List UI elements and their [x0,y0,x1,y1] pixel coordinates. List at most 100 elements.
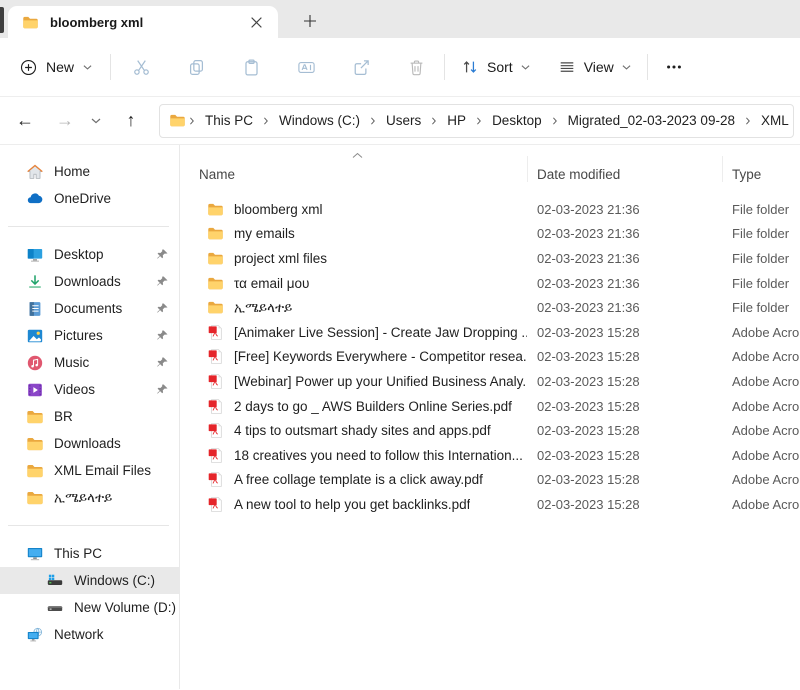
pin-icon [156,329,169,342]
file-date-modified: 02-03-2023 21:36 [527,202,722,217]
navigation-bar: ← → ↑ This PC Windows (C:) Users HP Desktop M… [0,97,800,145]
rename-button[interactable] [286,49,326,85]
file-name: ኢሜይላተይ [234,300,292,316]
sidebar-item-br[interactable]: BR [0,403,179,430]
sidebar-item-xml-email-files[interactable]: XML Email Files [0,457,179,484]
sidebar-item-item[interactable]: ኢሜይላተይ [0,484,179,511]
view-lines-icon [558,58,576,76]
sidebar-item-documents[interactable]: Documents [0,295,179,322]
file-name: A free collage template is a click away.… [234,472,483,487]
file-row[interactable]: ኢሜይላተይ02-03-2023 21:36File folder [180,295,800,320]
file-row[interactable]: A new tool to help you get backlinks.pdf… [180,492,800,517]
drive-windows-icon [46,572,64,590]
file-row[interactable]: bloomberg xml02-03-2023 21:36File folder [180,197,800,222]
file-row[interactable]: [Webinar] Power up your Unified Business… [180,369,800,394]
file-date-modified: 02-03-2023 15:28 [527,374,722,389]
file-type: Adobe Acro [722,448,800,463]
pin-icon [156,248,169,261]
folder-icon [26,408,44,426]
file-row[interactable]: project xml files02-03-2023 21:36File fo… [180,246,800,271]
sidebar-item-downloads[interactable]: Downloads [0,430,179,457]
file-row[interactable]: A free collage template is a click away.… [180,468,800,493]
sidebar-item-pictures[interactable]: Pictures [0,322,179,349]
file-name-cell: A free collage template is a click away.… [180,471,527,488]
breadcrumb-segment-hp[interactable]: HP [440,113,473,128]
back-button[interactable]: ← [7,104,43,138]
toolbar-divider [110,54,111,80]
file-type: Adobe Acro [722,497,800,512]
file-name-cell: [Free] Keywords Everywhere - Competitor … [180,348,527,365]
sidebar-item-downloads[interactable]: Downloads [0,268,179,295]
tab-bloomberg-xml[interactable]: bloomberg xml [8,6,278,38]
pdf-icon [207,471,224,488]
file-row[interactable]: [Free] Keywords Everywhere - Competitor … [180,345,800,370]
file-date-modified: 02-03-2023 15:28 [527,423,722,438]
address-bar[interactable]: This PC Windows (C:) Users HP Desktop Migrate… [159,104,794,138]
copy-button[interactable] [176,49,216,85]
sidebar-divider [8,226,169,227]
sort-button[interactable]: Sort [455,49,536,85]
ellipsis-icon [665,58,683,76]
breadcrumb-segment-users[interactable]: Users [379,113,428,128]
file-row[interactable]: 4 tips to outsmart shady sites and apps.… [180,418,800,443]
sidebar-item-videos[interactable]: Videos [0,376,179,403]
column-header-name[interactable]: Name [180,167,527,182]
file-date-modified: 02-03-2023 21:36 [527,226,722,241]
cut-button[interactable] [121,49,161,85]
downloads-icon [26,273,44,291]
file-name-cell: τα email μου [180,275,527,292]
sidebar-item-label: Windows (C:) [74,573,155,588]
breadcrumb-chevron-icon [262,117,270,125]
drive-icon [46,599,64,617]
history-dropdown-button[interactable] [83,104,109,138]
up-button[interactable]: ↑ [113,104,149,138]
breadcrumb-chevron-icon [369,117,377,125]
forward-button[interactable]: → [47,104,83,138]
new-tab-button[interactable] [296,9,324,33]
breadcrumb-chevron-icon [188,117,196,125]
paste-button[interactable] [231,49,271,85]
sidebar-item-label: Documents [54,301,122,316]
file-name-cell: 4 tips to outsmart shady sites and apps.… [180,422,527,439]
new-button[interactable]: New [20,59,92,76]
sidebar-item-new-volume-d[interactable]: New Volume (D:) [0,594,179,621]
file-row[interactable]: 2 days to go _ AWS Builders Online Serie… [180,394,800,419]
column-header-date-modified[interactable]: Date modified [527,167,722,182]
new-label: New [46,59,74,75]
close-tab-icon[interactable] [246,12,266,32]
more-options-button[interactable] [656,49,692,85]
scissors-icon [132,58,151,77]
breadcrumb-chevron-icon [551,117,559,125]
music-icon [26,354,44,372]
sidebar-item-windows-c[interactable]: Windows (C:) [0,567,179,594]
column-header-type[interactable]: Type [722,167,800,182]
breadcrumb-segment-windows-c[interactable]: Windows (C:) [272,113,367,128]
sidebar-item-music[interactable]: Music [0,349,179,376]
column-divider[interactable] [722,156,723,182]
delete-button[interactable] [396,49,436,85]
sidebar-item-home[interactable]: Home [0,158,179,185]
file-row[interactable]: my emails02-03-2023 21:36File folder [180,222,800,247]
sidebar-item-onedrive[interactable]: OneDrive [0,185,179,212]
file-row[interactable]: τα email μου02-03-2023 21:36File folder [180,271,800,296]
breadcrumb-chevron-icon [744,117,752,125]
sidebar-item-this-pc[interactable]: This PC [0,540,179,567]
sidebar-item-network[interactable]: Network [0,621,179,648]
sidebar-item-desktop[interactable]: Desktop [0,241,179,268]
column-divider[interactable] [527,156,528,182]
breadcrumb-segment-xml-en[interactable]: XML En [754,113,794,128]
file-row[interactable]: [Animaker Live Session] - Create Jaw Dro… [180,320,800,345]
file-row[interactable]: 18 creatives you need to follow this Int… [180,443,800,468]
pdf-icon [207,447,224,464]
breadcrumb-segment-migrated-02-03-2023-09-28[interactable]: Migrated_02-03-2023 09-28 [561,113,742,128]
sidebar-item-label: Desktop [54,247,104,262]
breadcrumb-segment-this-pc[interactable]: This PC [198,113,260,128]
paste-icon [242,58,261,77]
view-button[interactable]: View [552,49,637,85]
file-name-cell: ኢሜይላተይ [180,299,527,316]
pdf-icon [207,324,224,341]
tab-bar: bloomberg xml [0,0,800,38]
breadcrumb-segment-desktop[interactable]: Desktop [485,113,549,128]
share-button[interactable] [341,49,381,85]
sort-indicator-icon [352,150,363,161]
